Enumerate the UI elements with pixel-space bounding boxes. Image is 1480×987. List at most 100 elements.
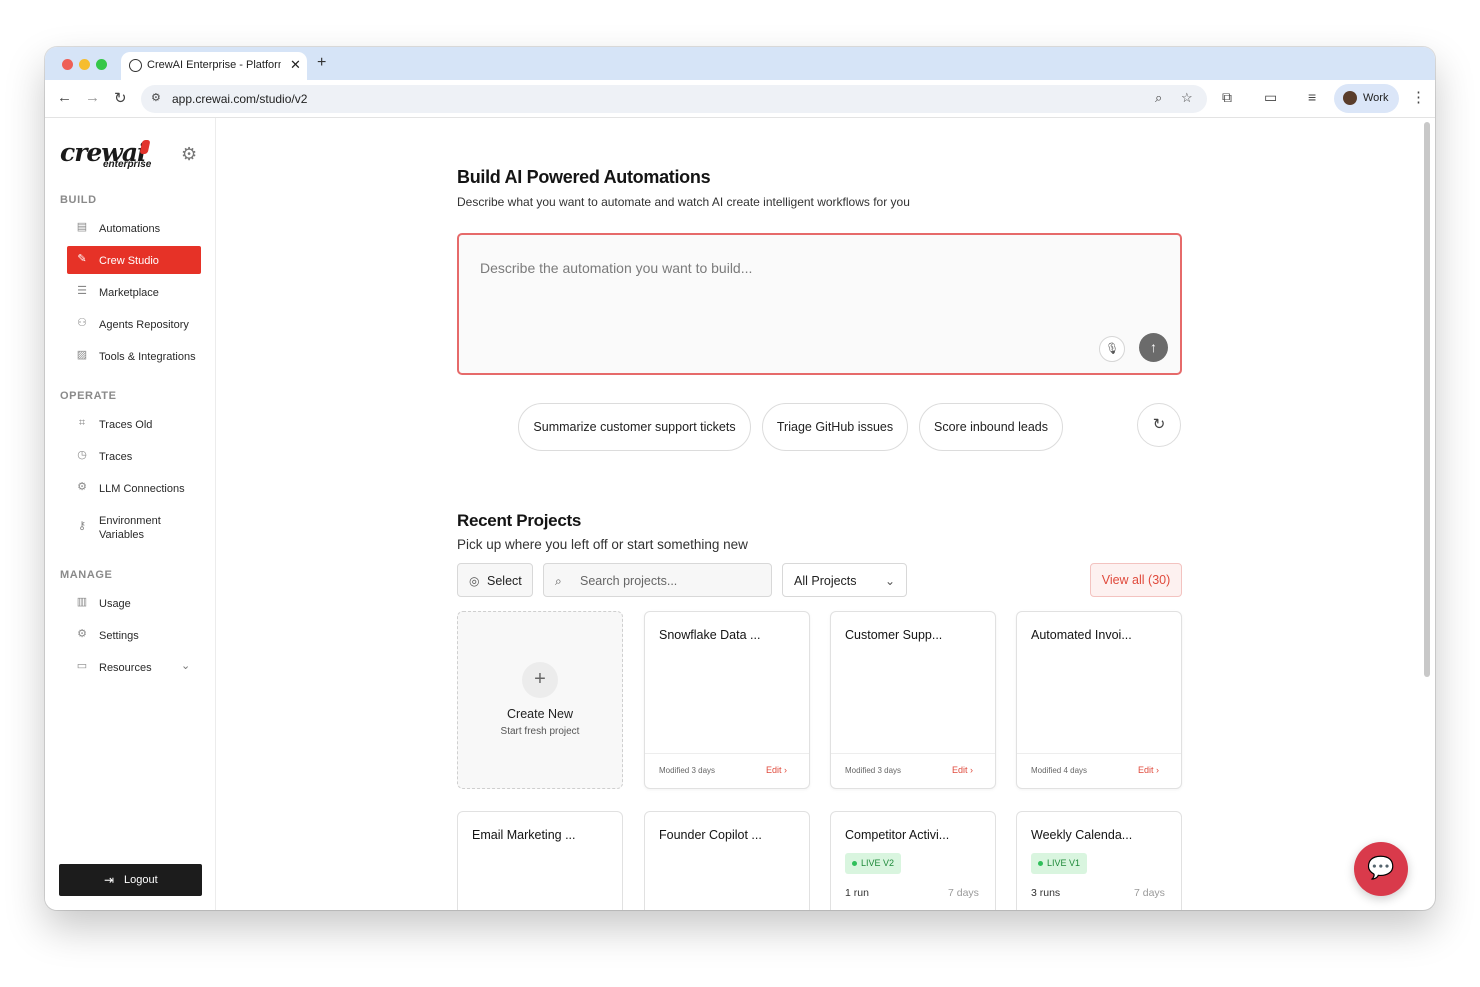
recent-projects-title: Recent Projects [457,511,581,530]
bookmark-star-icon[interactable]: ☆ [1181,90,1193,106]
sidebar-item-resources[interactable]: ▭ Resources ⌄ [67,653,201,681]
search-input[interactable]: ⌕ Search projects... [543,563,772,597]
chat-support-icon[interactable]: 💬 [1354,842,1408,896]
profile-name: Work [1363,92,1389,104]
badge-label: LIVE V1 [1047,858,1081,868]
link-icon: ⚙ [77,481,87,493]
chevron-down-icon: ⌄ [885,574,896,588]
create-new-label: Create New [507,707,573,721]
edit-label: Edit [766,765,782,775]
suggestion-chip[interactable]: Score inbound leads [919,403,1063,451]
project-name: Weekly Calenda... [1031,828,1133,842]
project-card[interactable]: Automated Invoi... Modified 4 days Edit … [1016,611,1182,789]
extensions-icon[interactable]: ⧉ [1222,89,1232,106]
sidebar-item-automations[interactable]: ▤ Automations [67,214,201,242]
crewai-favicon-icon [129,59,142,72]
media-icon[interactable]: ≡ [1308,89,1316,105]
sidebar-item-usage[interactable]: ▥ Usage [67,589,201,617]
suggestion-chip[interactable]: Summarize customer support tickets [518,403,751,451]
project-name: Customer Supp... [845,628,943,642]
sidebar-item-label: Traces [99,451,133,463]
project-card[interactable]: Weekly Calenda... LIVE V1 3 runs 7 days [1016,811,1182,910]
logout-button[interactable]: ⇥ Logout [59,864,202,896]
edit-label: Edit [952,765,968,775]
plus-icon: + [522,662,558,698]
sidebar-item-label: Environment Variables [99,515,161,541]
clock-icon: ◷ [77,449,87,461]
site-info-icon[interactable]: ⚙ [151,91,161,104]
view-all-button[interactable]: View all (30) [1090,563,1182,597]
address-bar[interactable]: ⚙ app.crewai.com/studio/v2 ⌕ ☆ [141,85,1207,113]
refresh-suggestions-icon[interactable]: ↻ [1137,403,1181,447]
tab-close-icon[interactable]: ✕ [290,57,301,73]
project-card[interactable]: Competitor Activi... LIVE V2 1 run 7 day… [830,811,996,910]
edit-link[interactable]: Edit › [952,765,973,775]
create-new-sublabel: Start fresh project [500,726,580,737]
back-arrow-icon[interactable]: ← [57,89,72,106]
reload-icon[interactable]: ↻ [114,89,127,107]
browser-toolbar: ← → ↻ ⚙ app.crewai.com/studio/v2 ⌕ ☆ ⧉ ▭… [45,80,1435,118]
sidebar-item-traces[interactable]: ◷ Traces [67,442,201,470]
project-filter-select[interactable]: All Projects ⌄ [782,563,907,597]
sidebar-item-label: Marketplace [99,287,159,299]
sidebar-item-marketplace[interactable]: ☰ Marketplace [67,278,201,306]
live-status-badge: LIVE V1 [1031,853,1088,874]
sidebar-item-label: Tools & Integrations [99,351,196,363]
minimize-window-button[interactable] [79,59,90,70]
project-card[interactable]: Founder Copilot ... [644,811,810,910]
project-card[interactable]: Snowflake Data ... Modified 3 days Edit … [644,611,810,789]
avatar [1343,91,1357,105]
sidebar-item-agents-repository[interactable]: ⚇ Agents Repository [67,310,201,338]
sidebar-item-label: Automations [99,223,161,235]
tab-strip: CrewAI Enterprise - Platform ✕ + [45,47,1435,80]
project-name: Snowflake Data ... [659,628,761,642]
sidebar-item-tools-integrations[interactable]: ▨ Tools & Integrations [67,342,201,370]
suggestion-chip[interactable]: Triage GitHub issues [762,403,908,451]
project-card[interactable]: Customer Supp... Modified 3 days Edit › [830,611,996,789]
cast-icon[interactable]: ▭ [1264,89,1277,106]
section-manage: MANAGE [60,569,113,581]
browser-tab[interactable]: CrewAI Enterprise - Platform ✕ [121,52,307,80]
create-new-project-card[interactable]: + Create New Start fresh project [457,611,623,789]
maximize-window-button[interactable] [96,59,107,70]
sidebar-item-traces-old[interactable]: ⌗ Traces Old [67,410,201,438]
image-icon: ▨ [76,349,88,361]
edit-link[interactable]: Edit › [766,765,787,775]
profile-button[interactable]: Work [1334,84,1399,113]
send-arrow-icon[interactable]: ↑ [1139,333,1168,362]
live-status-badge: LIVE V2 [845,853,902,874]
card-footer: Modified 3 days Edit › [645,753,809,789]
zoom-icon[interactable]: ⌕ [1155,90,1162,106]
run-count: 3 runs [1031,887,1061,899]
edit-link[interactable]: Edit › [1138,765,1159,775]
card-footer: Modified 3 days Edit › [831,753,995,789]
badge-label: LIVE V2 [861,858,895,868]
live-dot-icon [1038,861,1043,866]
sidebar-item-settings[interactable]: ⚙ Settings [67,621,201,649]
select-button[interactable]: ◎ Select [457,563,533,597]
page-scrollbar[interactable] [1424,122,1430,677]
browser-menu-icon[interactable]: ⋮ [1411,88,1426,106]
logo-subtitle: enterprise [103,159,152,170]
main-content: Build AI Powered Automations Describe wh… [217,118,1427,910]
new-tab-button[interactable]: + [317,54,326,72]
settings-gear-icon[interactable]: ⚙ [181,144,197,165]
microphone-icon[interactable]: 🎙 [1099,336,1125,362]
close-window-button[interactable] [62,59,73,70]
scan-icon: ⌗ [78,417,86,429]
chart-icon: ▤ [76,221,88,233]
sidebar-item-label: LLM Connections [99,483,185,495]
sidebar-item-environment-variables[interactable]: ⚷ Environment Variables [67,506,201,546]
live-dot-icon [852,861,857,866]
page-title: Build AI Powered Automations [457,167,711,187]
select-label: Select [487,574,522,588]
sidebar-item-llm-connections[interactable]: ⚙ LLM Connections [67,474,201,502]
logo-accent [139,140,151,154]
automation-prompt-input[interactable]: Describe the automation you want to buil… [457,233,1182,375]
sidebar-item-crew-studio[interactable]: ✎ Crew Studio [67,246,201,274]
modified-time: Modified 4 days [1031,766,1088,775]
card-footer: Modified 4 days Edit › [1017,753,1181,789]
users-icon: ⚇ [77,317,87,329]
project-card[interactable]: Email Marketing ... [457,811,623,910]
forward-arrow-icon[interactable]: → [85,89,100,106]
